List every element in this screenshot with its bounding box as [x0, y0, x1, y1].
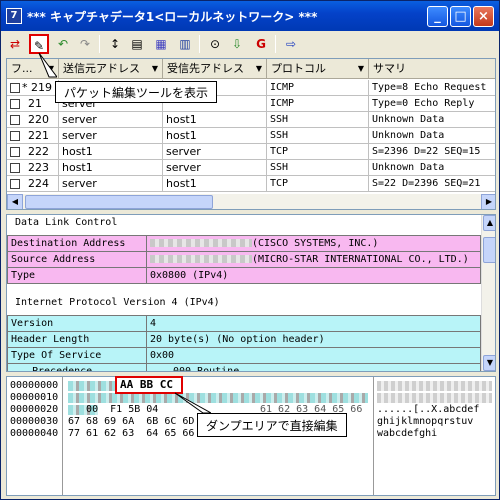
data-link-table: Destination Address (CISCO SYSTEMS, INC.… [7, 235, 481, 284]
table-row[interactable]: 220 server host1 SSH Unknown Data [7, 112, 495, 128]
table-row[interactable]: 223 host1 server SSH Unknown Data [7, 160, 495, 176]
app-window: 7 *** キャプチャデータ1<ローカルネットワーク> *** _ □ × ⇄ … [0, 0, 500, 500]
edit-packet-icon[interactable]: ✎ [29, 34, 49, 54]
dump-ascii-line: ......[..X.abcdef [377, 404, 480, 415]
color-view-icon[interactable]: ▦ [151, 34, 171, 54]
filter-down-icon[interactable]: ⊙ [205, 34, 225, 54]
dump-edit-callout: ダンプエリアで直接編集 [197, 413, 347, 437]
dump-ascii-column[interactable]: ......[..X.abcdef ghijklmnopqrstuv wabcd… [373, 377, 495, 495]
table-row[interactable]: 224 server host1 TCP S=22 D=2396 SEQ=21 [7, 176, 495, 192]
detail-row[interactable]: Destination Address (CISCO SYSTEMS, INC.… [7, 236, 481, 252]
redacted-mac [150, 239, 252, 247]
dump-ascii-line: ghijklmnopqrstuv [377, 416, 474, 427]
section-title-data-link: Data Link Control [15, 217, 118, 228]
row-checkbox[interactable] [10, 147, 20, 157]
list-view-icon[interactable]: ▤ [127, 34, 147, 54]
dump-address: 00000030 [10, 416, 59, 427]
redacted-ascii [377, 393, 492, 403]
toolbar-separator [275, 35, 276, 53]
row-checkbox[interactable] [10, 163, 20, 173]
row-checkbox[interactable] [10, 131, 20, 141]
resize-icon[interactable]: ↕ [105, 34, 125, 54]
column-header-source[interactable]: 送信元アドレス ▼ [59, 59, 163, 79]
detail-vertical-scrollbar[interactable]: ▲ ▼ [481, 215, 495, 371]
packet-detail-pane[interactable]: Data Link Control Destination Address (C… [6, 214, 496, 372]
redacted-mac [150, 255, 252, 263]
ipv4-table: Version 4 Header Length 20 byte(s) (No o… [7, 315, 481, 371]
toolbar-separator [99, 35, 100, 53]
column-header-summary[interactable]: サマリ [369, 59, 495, 79]
redo-icon[interactable]: ↷ [75, 34, 95, 54]
scroll-left-button[interactable]: ◀ [7, 194, 23, 209]
toolbar-separator [199, 35, 200, 53]
detail-row[interactable]: Source Address (MICRO-STAR INTERNATIONAL… [7, 252, 481, 268]
callout-pointer [37, 52, 58, 81]
detail-row[interactable]: Precedence 000 Routine [7, 364, 481, 371]
section-title-ipv4: Internet Protocol Version 4 (IPv4) [15, 297, 220, 308]
detail-row[interactable]: Header Length 20 byte(s) (No option head… [7, 332, 481, 348]
toolbar: ⇄ ✎ ↶ ↷ ↕ ▤ ▦ ▥ ⊙ ⇩ G ⇨ [3, 32, 497, 56]
dump-address: 00000020 [10, 404, 59, 415]
window-title: *** キャプチャデータ1<ローカルネットワーク> *** [27, 10, 318, 24]
dump-ascii-line: wabcdefghi [377, 428, 438, 439]
packet-list-header: フ...▼ 送信元アドレス▼ 受信先アドレス▼ プロトコル▼ サマリ [7, 59, 495, 79]
app-icon: 7 [6, 8, 22, 24]
table-row[interactable]: 221 server host1 SSH Unknown Data [7, 128, 495, 144]
detail-row[interactable]: Type Of Service 0x00 [7, 348, 481, 364]
column-header-destination[interactable]: 受信先アドレス ▼ [163, 59, 267, 79]
detail-row[interactable]: Type 0x0800 (IPv4) [7, 268, 481, 284]
export-icon[interactable]: ⇩ [227, 34, 247, 54]
dump-address: 00000000 [10, 380, 59, 391]
title-bar[interactable]: 7 *** キャプチャデータ1<ローカルネットワーク> *** _ □ × [1, 1, 499, 31]
row-checkbox[interactable] [10, 179, 20, 189]
redacted-bytes [68, 393, 368, 403]
maximize-button[interactable]: □ [450, 6, 471, 27]
table-row[interactable]: 222 host1 server TCP S=2396 D=22 SEQ=15 [7, 144, 495, 160]
minimize-button[interactable]: _ [427, 6, 448, 27]
undo-icon[interactable]: ↶ [53, 34, 73, 54]
scroll-thumb[interactable] [483, 237, 495, 263]
column-header-protocol[interactable]: プロトコル ▼ [267, 59, 369, 79]
table-view-icon[interactable]: ▥ [175, 34, 195, 54]
edit-tool-callout: パケット編集ツールを表示 [55, 81, 218, 103]
scroll-thumb[interactable] [25, 195, 213, 209]
scroll-right-button[interactable]: ▶ [481, 194, 495, 209]
horizontal-scrollbar[interactable]: ◀ ▶ [7, 194, 495, 209]
dump-address-column: 00000000 00000010 00000020 00000030 0000… [7, 377, 63, 495]
goto-icon[interactable]: G [251, 34, 271, 54]
redacted-ascii [377, 381, 492, 391]
detail-row[interactable]: Version 4 [7, 316, 481, 332]
redacted-bytes [68, 381, 116, 391]
row-checkbox[interactable] [10, 83, 20, 93]
dump-hex-line: 77 61 62 63 64 65 66 [68, 428, 195, 439]
capture-icon[interactable]: ⇄ [5, 34, 25, 54]
row-checkbox[interactable] [10, 99, 20, 109]
row-checkbox[interactable] [10, 115, 20, 125]
scroll-up-button[interactable]: ▲ [483, 215, 495, 231]
dump-address: 00000010 [10, 392, 59, 403]
close-button[interactable]: × [473, 6, 494, 27]
save-icon[interactable]: ⇨ [281, 34, 301, 54]
dump-address: 00000040 [10, 428, 59, 439]
scroll-down-button[interactable]: ▼ [483, 355, 495, 371]
dump-hex-line: 00 F1 5B 04 [68, 404, 159, 415]
